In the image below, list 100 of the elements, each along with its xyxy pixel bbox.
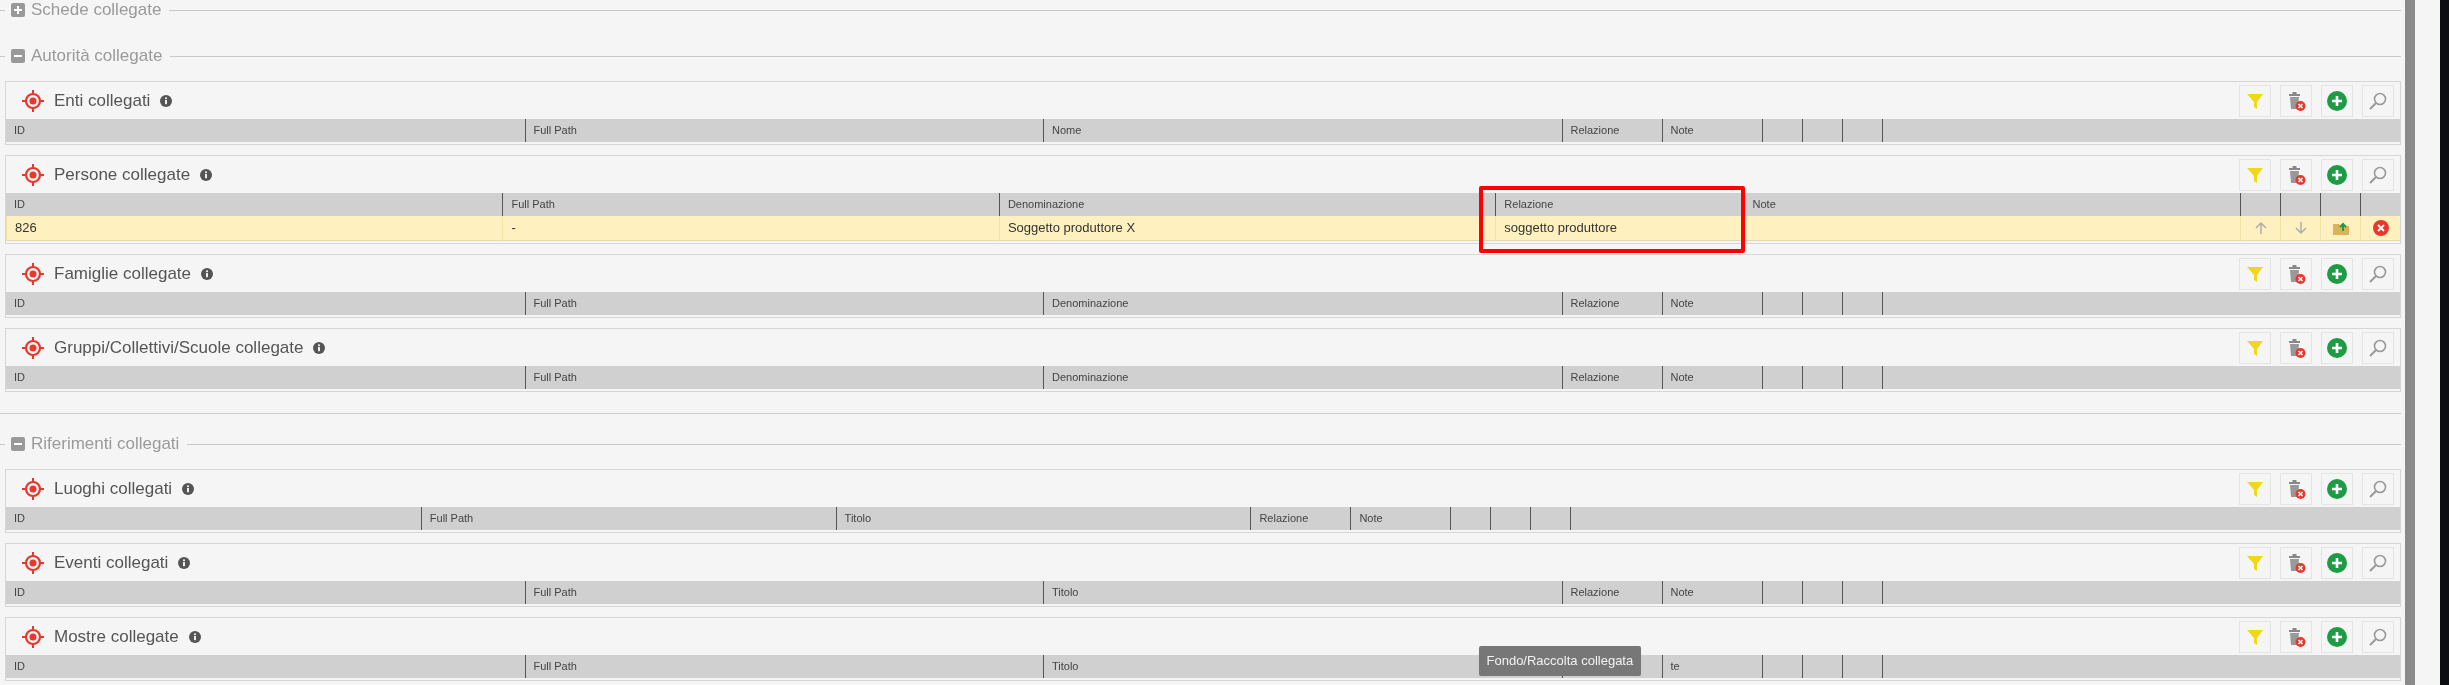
column-header[interactable]: Full Path [524,119,1043,142]
column-header[interactable]: Full Path [420,507,836,530]
column-header[interactable]: Relazione [1561,581,1662,604]
search-button[interactable] [2362,84,2394,117]
section-title: Autorità collegate [31,46,164,66]
section-title: Schede collegate [31,0,163,20]
table-cell: soggetto produttore [1495,216,1744,241]
search-icon [2368,552,2388,573]
add-button[interactable] [2321,472,2353,505]
column-header[interactable]: Note [1743,193,2240,216]
add-button[interactable] [2321,84,2353,117]
remove-icon[interactable] [2372,220,2389,236]
column-header[interactable]: Note [1350,507,1451,530]
clear-button[interactable] [2280,257,2312,290]
column-header[interactable]: Full Path [524,655,1043,678]
clear-button[interactable] [2280,620,2312,653]
column-header[interactable]: Relazione [1561,292,1662,315]
plus-icon [2326,89,2348,112]
column-header[interactable]: Note [1661,366,1762,389]
add-button[interactable] [2321,546,2353,579]
info-icon [200,168,213,181]
panel-title: Famiglie collegate [54,263,191,284]
target-icon [22,262,44,285]
column-header[interactable]: Denominazione [1043,366,1562,389]
target-icon [22,163,44,186]
info-icon [160,94,173,107]
up-arrow-icon[interactable] [2253,221,2268,235]
down-arrow-icon[interactable] [2293,221,2308,235]
scrollbar[interactable] [2405,0,2415,685]
column-header[interactable]: Relazione [1561,119,1662,142]
info-icon [178,556,191,569]
search-button[interactable] [2362,331,2394,364]
column-header[interactable]: Nome [1043,119,1562,142]
column-header[interactable]: Titolo [835,507,1251,530]
column-header[interactable]: Full Path [524,292,1043,315]
column-header[interactable]: Relazione [1250,507,1351,530]
column-header[interactable]: Relazione [1495,193,1744,216]
info-icon [182,482,195,495]
plus-icon [2326,477,2348,500]
panel-title: Gruppi/Collettivi/Scuole collegate [54,337,304,358]
column-header[interactable]: ID [6,292,525,315]
target-icon [22,551,44,574]
column-header[interactable]: Note [1661,292,1762,315]
column-header[interactable]: Note [1661,119,1762,142]
column-header[interactable]: ID [6,366,525,389]
plus-icon [2326,262,2348,285]
plus-icon [2326,551,2348,574]
folder-icon[interactable] [2331,220,2350,236]
search-icon [2368,478,2388,499]
column-header[interactable]: Relazione [1561,366,1662,389]
search-button[interactable] [2362,620,2394,653]
add-button[interactable] [2321,257,2353,290]
search-icon [2368,337,2388,358]
clear-button[interactable] [2280,472,2312,505]
collapse-icon[interactable] [11,437,25,451]
plus-icon [2326,625,2348,648]
search-icon [2368,263,2388,284]
panel-title: Luoghi collegati [54,478,173,499]
column-header[interactable]: Denominazione [998,193,1496,216]
target-icon [22,625,44,648]
table-cell: Soggetto produttore X [998,216,1496,241]
search-button[interactable] [2362,546,2394,579]
column-header[interactable]: Titolo [1043,581,1562,604]
clear-button[interactable] [2280,546,2312,579]
search-button[interactable] [2362,257,2394,290]
add-button[interactable] [2321,331,2353,364]
add-button[interactable] [2321,620,2353,653]
panel-title: Persone collegate [54,164,191,185]
column-header[interactable]: ID [6,581,525,604]
column-header[interactable]: ID [6,655,525,678]
target-icon [22,89,44,112]
column-header[interactable]: ID [6,119,525,142]
add-button[interactable] [2321,158,2353,191]
search-icon [2368,626,2388,647]
plus-icon [2326,163,2348,186]
clear-button[interactable] [2280,331,2312,364]
info-icon [188,630,201,643]
search-button[interactable] [2362,158,2394,191]
search-icon [2368,90,2388,111]
table-cell: 826 [6,216,503,241]
column-header[interactable]: te [1661,655,1762,678]
clear-button[interactable] [2280,158,2312,191]
info-icon [201,267,213,280]
panel-title: Enti collegati [54,90,151,111]
clear-button[interactable] [2280,84,2312,117]
column-header[interactable]: Note [1661,581,1762,604]
column-header[interactable]: ID [6,193,503,216]
target-icon [22,336,44,359]
section-title: Riferimenti collegati [31,434,181,454]
column-header[interactable]: Full Path [524,366,1043,389]
column-header[interactable]: Full Path [502,193,999,216]
table-cell: - [502,216,999,241]
search-icon [2368,164,2388,185]
expand-icon[interactable] [11,3,25,17]
collapse-icon[interactable] [11,49,25,63]
column-header[interactable]: Full Path [524,581,1043,604]
target-icon [22,477,44,500]
column-header[interactable]: ID [6,507,421,530]
column-header[interactable]: Denominazione [1043,292,1562,315]
search-button[interactable] [2362,472,2394,505]
